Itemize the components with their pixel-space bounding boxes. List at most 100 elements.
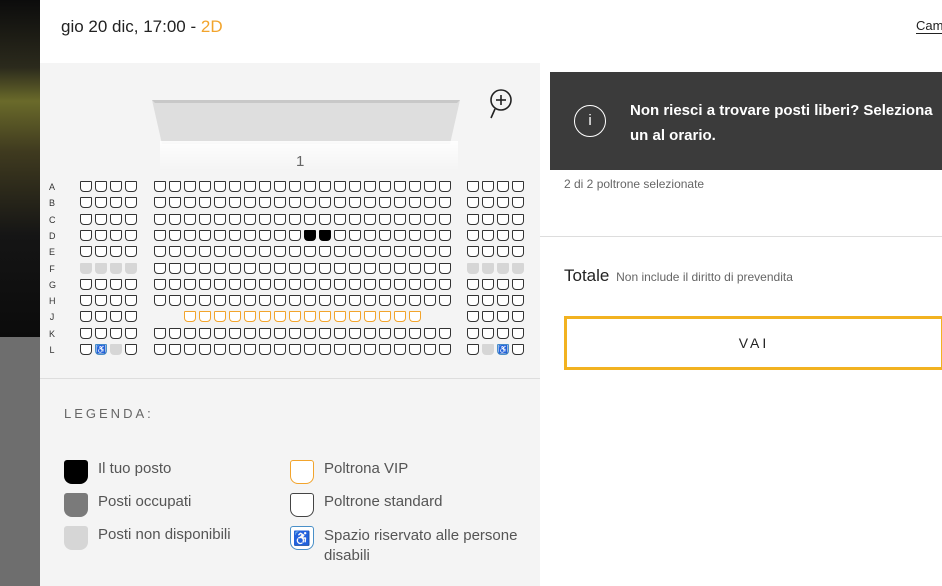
seat-F-13[interactable]	[274, 262, 286, 274]
seat-C-4[interactable]	[125, 213, 137, 225]
go-button[interactable]: VAI	[564, 316, 942, 370]
seat-B-11[interactable]	[244, 197, 256, 209]
seat-B-8[interactable]	[199, 197, 211, 209]
seat-H-4[interactable]	[125, 295, 137, 307]
seat-K-27[interactable]	[497, 327, 509, 339]
seat-D-23[interactable]	[424, 229, 436, 241]
seat-D-18[interactable]	[349, 229, 361, 241]
seat-E-8[interactable]	[199, 246, 211, 258]
seat-K-5[interactable]	[154, 327, 166, 339]
vip-seat-J-15[interactable]	[304, 311, 316, 323]
zoom-in-icon[interactable]	[488, 88, 514, 120]
seat-F-19[interactable]	[364, 262, 376, 274]
seat-A-11[interactable]	[244, 181, 256, 192]
seat-B-22[interactable]	[409, 197, 421, 209]
seat-F-5[interactable]	[154, 262, 166, 274]
seat-A-5[interactable]	[154, 181, 166, 192]
seat-C-5[interactable]	[154, 213, 166, 225]
vip-seat-J-8[interactable]	[199, 311, 211, 323]
seat-D-26[interactable]	[482, 229, 494, 241]
seat-E-21[interactable]	[394, 246, 406, 258]
seat-F-22[interactable]	[409, 262, 421, 274]
wheelchair-space-L-27[interactable]: ♿	[497, 344, 509, 355]
seat-A-4[interactable]	[125, 181, 137, 192]
seat-L-1[interactable]	[80, 344, 92, 355]
change-showtime-link[interactable]: Cam	[916, 18, 942, 34]
seat-L-6[interactable]	[169, 344, 181, 355]
seat-E-12[interactable]	[259, 246, 271, 258]
seat-G-10[interactable]	[229, 278, 241, 290]
seat-K-19[interactable]	[364, 327, 376, 339]
seat-C-21[interactable]	[394, 213, 406, 225]
seat-C-28[interactable]	[512, 213, 524, 225]
seat-H-9[interactable]	[214, 295, 226, 307]
seat-K-1[interactable]	[80, 327, 92, 339]
seat-L-15[interactable]	[304, 344, 316, 355]
seat-A-15[interactable]	[304, 181, 316, 192]
seat-B-15[interactable]	[304, 197, 316, 209]
seat-K-4[interactable]	[125, 327, 137, 339]
seat-K-2[interactable]	[95, 327, 107, 339]
vip-seat-J-19[interactable]	[364, 311, 376, 323]
seat-E-25[interactable]	[467, 246, 479, 258]
seat-G-5[interactable]	[154, 278, 166, 290]
vip-seat-J-7[interactable]	[184, 311, 196, 323]
seat-J-25[interactable]	[467, 311, 479, 323]
seat-D-24[interactable]	[439, 229, 451, 241]
seat-E-10[interactable]	[229, 246, 241, 258]
seat-E-3[interactable]	[110, 246, 122, 258]
seat-A-16[interactable]	[319, 181, 331, 192]
seat-H-26[interactable]	[482, 295, 494, 307]
seat-B-27[interactable]	[497, 197, 509, 209]
seat-J-27[interactable]	[497, 311, 509, 323]
seat-H-18[interactable]	[349, 295, 361, 307]
seat-G-17[interactable]	[334, 278, 346, 290]
seat-B-10[interactable]	[229, 197, 241, 209]
seat-K-8[interactable]	[199, 327, 211, 339]
seat-K-16[interactable]	[319, 327, 331, 339]
seat-E-7[interactable]	[184, 246, 196, 258]
seat-D-28[interactable]	[512, 229, 524, 241]
seat-F-18[interactable]	[349, 262, 361, 274]
seat-E-16[interactable]	[319, 246, 331, 258]
seat-A-20[interactable]	[379, 181, 391, 192]
seat-B-9[interactable]	[214, 197, 226, 209]
seat-D-11[interactable]	[244, 229, 256, 241]
seat-E-20[interactable]	[379, 246, 391, 258]
seat-D-8[interactable]	[199, 229, 211, 241]
seat-B-25[interactable]	[467, 197, 479, 209]
seat-K-15[interactable]	[304, 327, 316, 339]
seat-C-7[interactable]	[184, 213, 196, 225]
seat-K-18[interactable]	[349, 327, 361, 339]
seat-J-4[interactable]	[125, 311, 137, 323]
seat-J-1[interactable]	[80, 311, 92, 323]
seat-D-3[interactable]	[110, 229, 122, 241]
seat-G-26[interactable]	[482, 278, 494, 290]
seat-E-27[interactable]	[497, 246, 509, 258]
seat-B-20[interactable]	[379, 197, 391, 209]
seat-E-2[interactable]	[95, 246, 107, 258]
seat-K-25[interactable]	[467, 327, 479, 339]
seat-D-7[interactable]	[184, 229, 196, 241]
seat-K-26[interactable]	[482, 327, 494, 339]
seat-B-5[interactable]	[154, 197, 166, 209]
seat-H-23[interactable]	[424, 295, 436, 307]
seat-G-12[interactable]	[259, 278, 271, 290]
seat-G-18[interactable]	[349, 278, 361, 290]
seat-A-10[interactable]	[229, 181, 241, 192]
seat-H-25[interactable]	[467, 295, 479, 307]
seat-C-2[interactable]	[95, 213, 107, 225]
seat-G-11[interactable]	[244, 278, 256, 290]
seat-J-28[interactable]	[512, 311, 524, 323]
seat-H-7[interactable]	[184, 295, 196, 307]
seat-L-10[interactable]	[229, 344, 241, 355]
seat-D-10[interactable]	[229, 229, 241, 241]
seat-H-27[interactable]	[497, 295, 509, 307]
seat-G-14[interactable]	[289, 278, 301, 290]
seat-F-23[interactable]	[424, 262, 436, 274]
seat-G-20[interactable]	[379, 278, 391, 290]
vip-seat-J-16[interactable]	[319, 311, 331, 323]
seat-F-7[interactable]	[184, 262, 196, 274]
seat-A-17[interactable]	[334, 181, 346, 192]
seat-H-2[interactable]	[95, 295, 107, 307]
